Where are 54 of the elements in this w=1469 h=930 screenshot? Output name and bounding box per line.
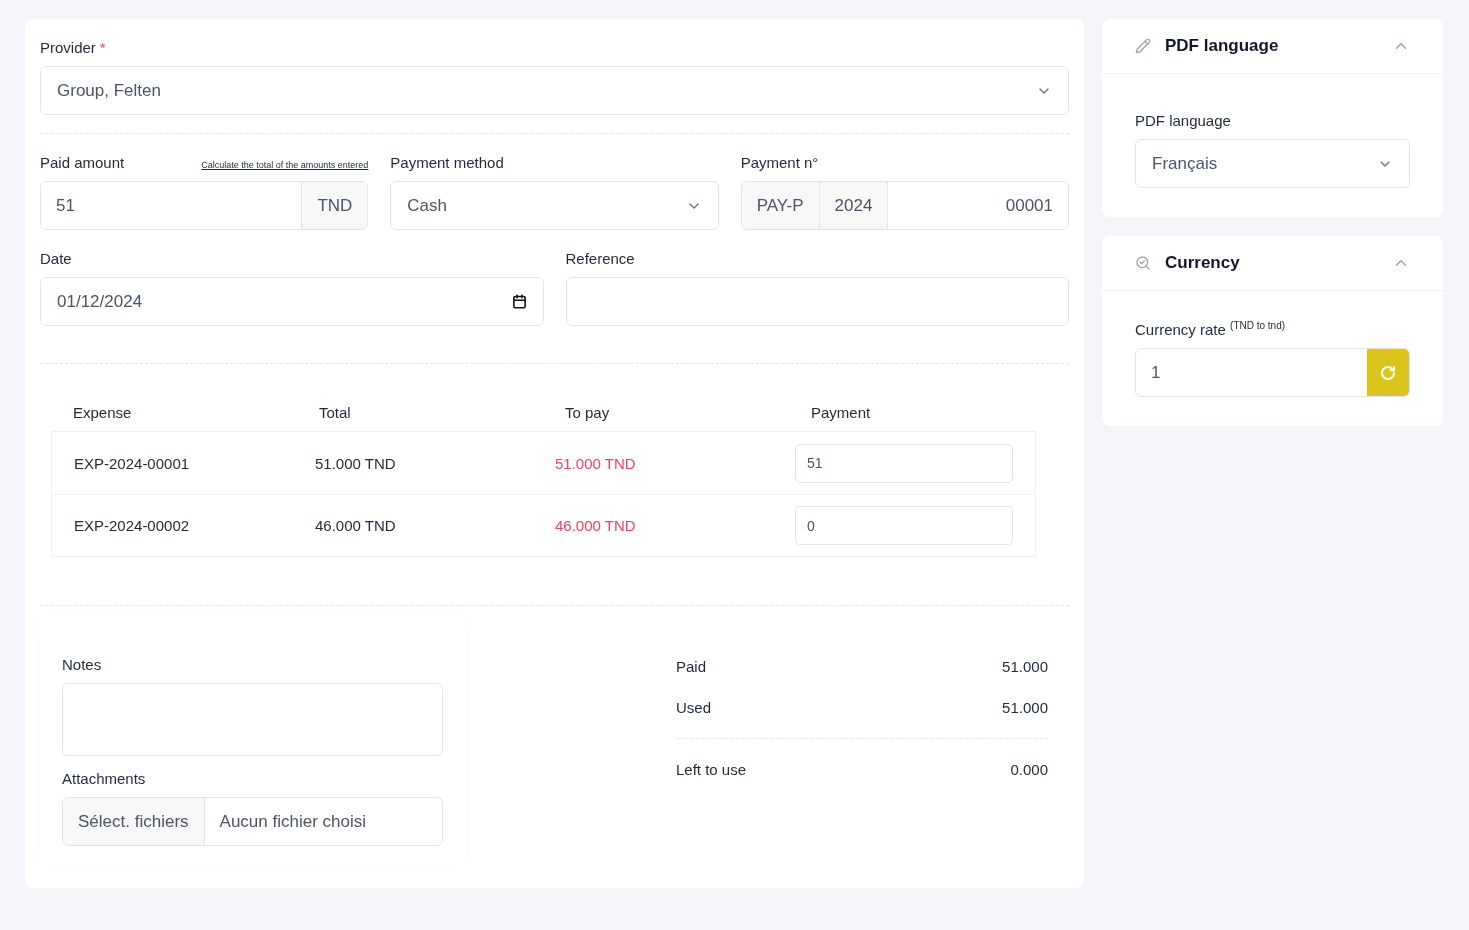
year-addon: 2024 <box>819 182 889 229</box>
file-status: Aucun fichier choisi <box>218 811 367 832</box>
summary-label: Paid <box>676 658 707 675</box>
prefix-addon: PAY-P <box>741 182 820 229</box>
column-header: To pay <box>565 404 611 421</box>
column-header: Payment <box>811 404 872 421</box>
payment-number-field[interactable]: PAY-P 2024 00001 <box>740 181 1069 230</box>
payment-method-select[interactable]: Cash <box>390 181 719 230</box>
notes-textarea[interactable] <box>62 683 443 756</box>
rate-field[interactable]: 1 <box>1135 348 1410 397</box>
summary-value: 51.000 <box>1002 699 1048 716</box>
table-cell-text: EXP-2024-00001 <box>74 454 191 472</box>
field-label: Currency rate (TND to tnd) <box>1135 320 1286 338</box>
provider-select[interactable]: Group, Felten <box>40 66 1069 115</box>
summary-label: Used <box>676 699 712 716</box>
field-label: Reference <box>565 250 635 267</box>
choose-files-button[interactable]: Sélect. fichiers <box>63 798 205 845</box>
field-label: Provider <box>40 39 96 56</box>
calendar-icon[interactable] <box>511 294 527 309</box>
language-select[interactable]: Français <box>1135 139 1410 188</box>
panel-title: PDF language <box>1165 36 1279 56</box>
table-cell-text: 46.000 TND <box>555 517 637 534</box>
field-label: Payment method <box>390 154 504 171</box>
field-label: PDF language <box>1135 112 1231 129</box>
summary-label: Left to use <box>676 761 747 778</box>
pencil-icon <box>1135 38 1151 54</box>
date-field[interactable]: 01/12/2024 <box>40 277 544 326</box>
payment-input[interactable]: 51 <box>795 443 1013 483</box>
column-header: Expense <box>73 404 133 421</box>
amount-field[interactable]: 51 TND <box>40 181 369 230</box>
column-header: Total <box>319 404 352 421</box>
panel-header[interactable]: Currency <box>1102 236 1443 291</box>
panel-title: Currency <box>1165 253 1240 273</box>
required-mark: * <box>99 39 106 56</box>
table-cell-text: 51.000 TND <box>315 454 397 472</box>
currency-addon: TND <box>301 182 368 229</box>
payment-input[interactable]: 0 <box>795 506 1013 545</box>
refresh-icon <box>1380 364 1396 381</box>
summary-value: 0.000 <box>1010 761 1048 778</box>
table-cell-text: 46.000 TND <box>315 517 397 534</box>
field-label: Date <box>40 250 72 267</box>
panel-header[interactable]: PDF language <box>1102 19 1443 74</box>
calculate-link[interactable]: Calculate the total of the amounts entered <box>201 160 369 170</box>
field-label: Paid amount <box>40 154 125 171</box>
summary-value: 51.000 <box>1002 658 1048 675</box>
file-input[interactable]: Sélect. fichiers Aucun fichier choisi <box>62 797 443 846</box>
field-label: Notes <box>62 656 102 673</box>
refresh-button[interactable] <box>1367 349 1409 396</box>
magnifier-icon <box>1135 255 1151 271</box>
field-label: Payment n° <box>740 154 819 171</box>
field-label: Attachments <box>62 770 146 787</box>
reference-field[interactable] <box>565 277 1069 326</box>
table-cell-text: 51.000 TND <box>555 454 637 472</box>
table-cell-text: EXP-2024-00002 <box>74 517 191 534</box>
